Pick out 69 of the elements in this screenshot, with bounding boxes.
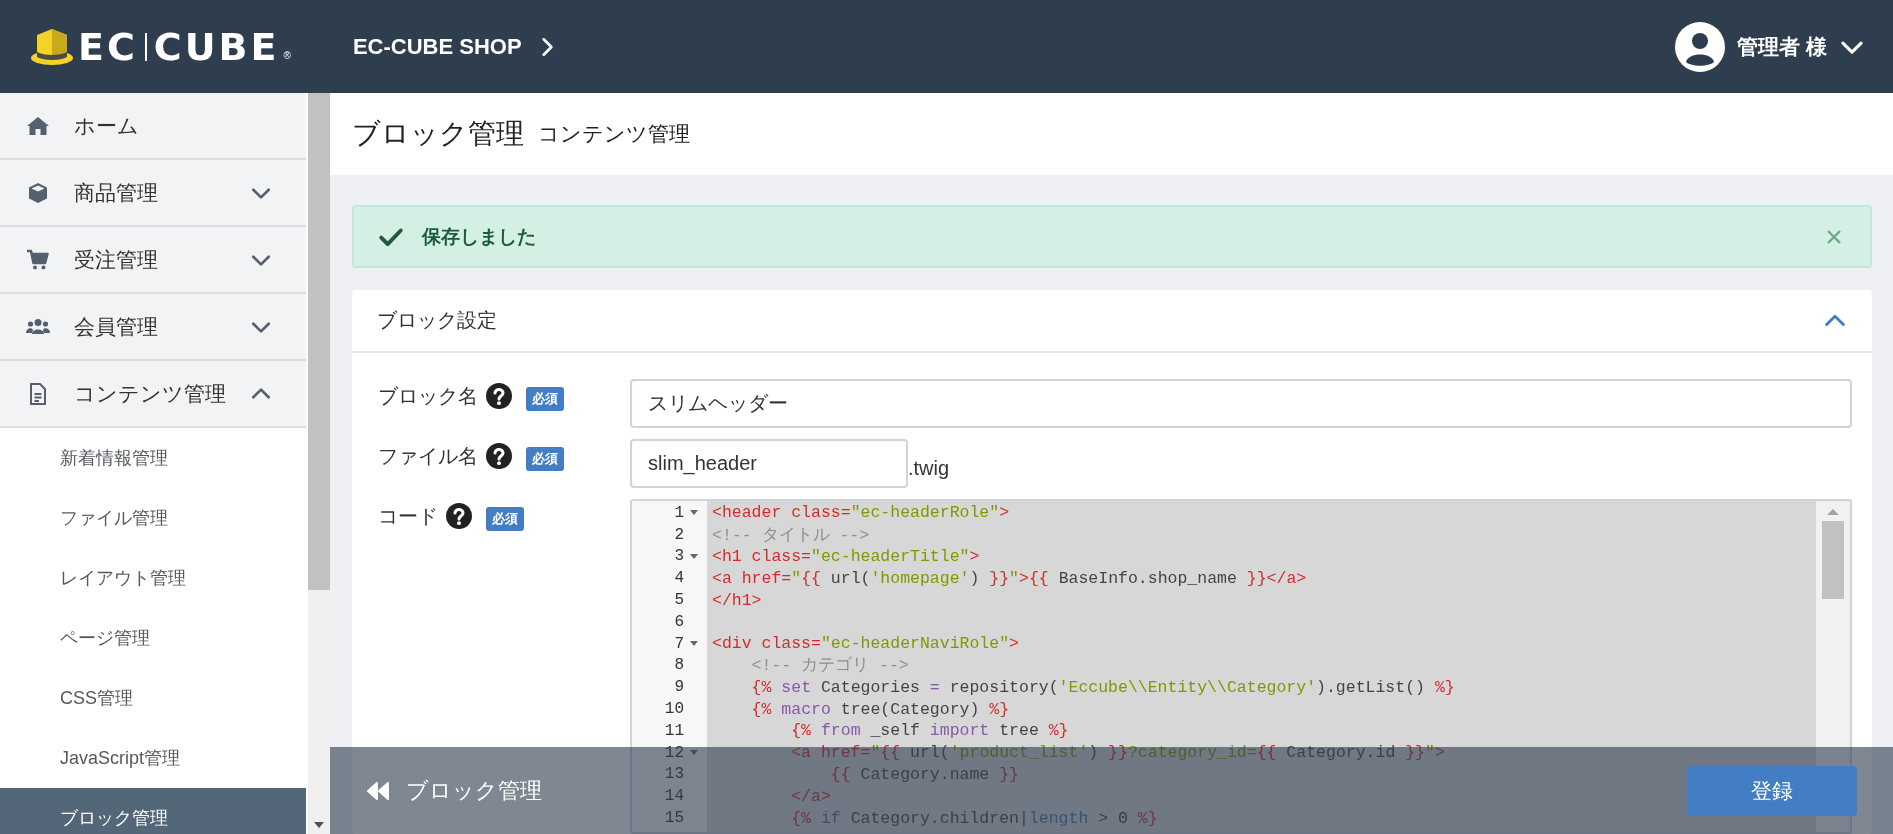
registered-mark: ®: [283, 49, 291, 61]
line-number: 5: [673, 591, 684, 610]
code-line: {% set Categories = repository('Eccube\\Entity\\Category').getList() %}: [750, 677, 1455, 697]
sidebar-item[interactable]: コンテンツ管理: [0, 361, 306, 428]
line-number: 2: [673, 525, 684, 544]
submit-button[interactable]: 登録: [1687, 765, 1857, 816]
line-number: 12: [663, 743, 684, 762]
code-line: <header class="ec-headerRole">: [712, 503, 1010, 523]
code-line: {% macro tree(Category) %}: [750, 699, 1010, 719]
code-line: <h1 class="ec-headerTitle">: [712, 547, 980, 566]
code-line: <!-- タイトル -->: [712, 524, 870, 546]
hat-icon: [30, 26, 74, 67]
logo-text: CUBE: [153, 27, 280, 66]
page-subtitle: コンテンツ管理: [538, 121, 690, 147]
help-icon: [486, 383, 512, 409]
sidebar-item[interactable]: 商品管理: [0, 160, 306, 227]
required-badge: 必須: [486, 507, 524, 531]
text-field[interactable]: slim_header: [630, 439, 908, 488]
back-link[interactable]: ブロック管理: [366, 775, 542, 806]
code-line: </a>: [790, 786, 831, 806]
line-number: 6: [673, 612, 684, 631]
logo-text: EC: [78, 27, 138, 66]
help-icon: [486, 443, 512, 469]
code-line: {% from _self import tree %}: [790, 721, 1069, 741]
box-icon: [26, 180, 50, 205]
shop-link[interactable]: EC-CUBE SHOP: [352, 33, 558, 60]
line-number: 9: [673, 678, 684, 697]
fold-icon[interactable]: [690, 641, 698, 647]
sidebar-item[interactable]: 会員管理: [0, 294, 306, 361]
line-number: 15: [663, 809, 684, 828]
line-number: 4: [673, 569, 684, 588]
line-number: 8: [673, 656, 684, 675]
fold-icon[interactable]: [690, 750, 698, 756]
field-label: ブロック名: [378, 384, 478, 409]
sidebar-item[interactable]: 受注管理: [0, 227, 306, 294]
alert-message: 保存しました: [422, 224, 536, 249]
code-line: {{ Category.name }}: [829, 764, 1019, 784]
code-line: <a href="{{ url('product_list') }}?category_id={{ Category.id }}">: [790, 743, 1445, 763]
line-number: 7: [673, 634, 684, 653]
line-number: 1: [673, 503, 684, 522]
fold-icon[interactable]: [690, 510, 698, 516]
code-line: </h1>: [712, 590, 762, 610]
code-line: <div class="ec-headerNaviRole">: [712, 634, 1019, 654]
help-icon: [446, 503, 472, 529]
code-line: <!-- カテゴリ -->: [750, 655, 909, 677]
page-title: ブロック管理: [352, 117, 524, 151]
avatar-icon: [1675, 21, 1726, 72]
code-editor[interactable]: [630, 499, 1852, 834]
code-line: <a href="{{ url('homepage') }}">{{ BaseInfo.shop_name }}</a>: [712, 568, 1307, 588]
text-field[interactable]: スリムヘッダー: [630, 379, 1852, 428]
required-badge: 必須: [526, 447, 564, 471]
rewind-icon: [366, 780, 390, 801]
close-icon[interactable]: [1826, 228, 1842, 245]
sidebar-subitem[interactable]: ブロック管理: [0, 788, 306, 834]
line-number: 14: [663, 787, 684, 806]
field-label: ファイル名: [378, 444, 478, 469]
file-extension: .twig: [908, 457, 950, 480]
field-label: コード: [378, 504, 438, 529]
line-number: 3: [673, 547, 684, 566]
cart-icon: [26, 247, 50, 272]
required-badge: 必須: [526, 387, 564, 411]
scrollbar[interactable]: [308, 93, 330, 834]
line-number: 11: [663, 721, 684, 740]
card-title: ブロック設定: [377, 308, 497, 333]
line-number: 13: [663, 765, 684, 784]
fold-icon[interactable]: [690, 554, 698, 559]
user-menu[interactable]: 管理者 様: [1675, 21, 1865, 72]
line-number: 10: [663, 700, 684, 719]
sidebar-item[interactable]: ホーム: [0, 93, 306, 160]
